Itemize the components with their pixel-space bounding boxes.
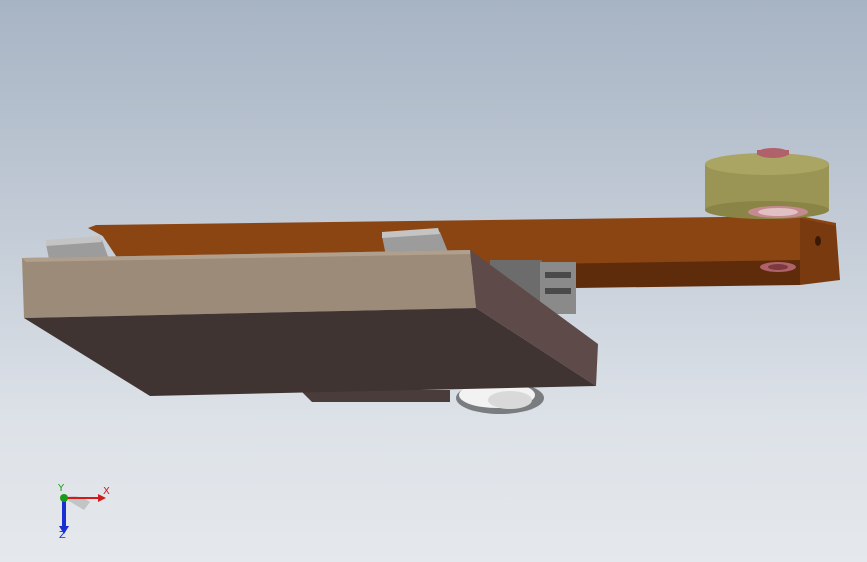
graphics-viewport[interactable]: X Y Z bbox=[0, 0, 867, 562]
dot-icon bbox=[60, 494, 68, 502]
cad-model[interactable] bbox=[0, 0, 867, 562]
x-axis-label: X bbox=[103, 486, 110, 497]
roller bbox=[705, 148, 829, 219]
y-axis-label: Y bbox=[58, 483, 65, 494]
coordinate-triad: X Y Z bbox=[44, 480, 124, 550]
z-axis-label: Z bbox=[59, 530, 66, 541]
